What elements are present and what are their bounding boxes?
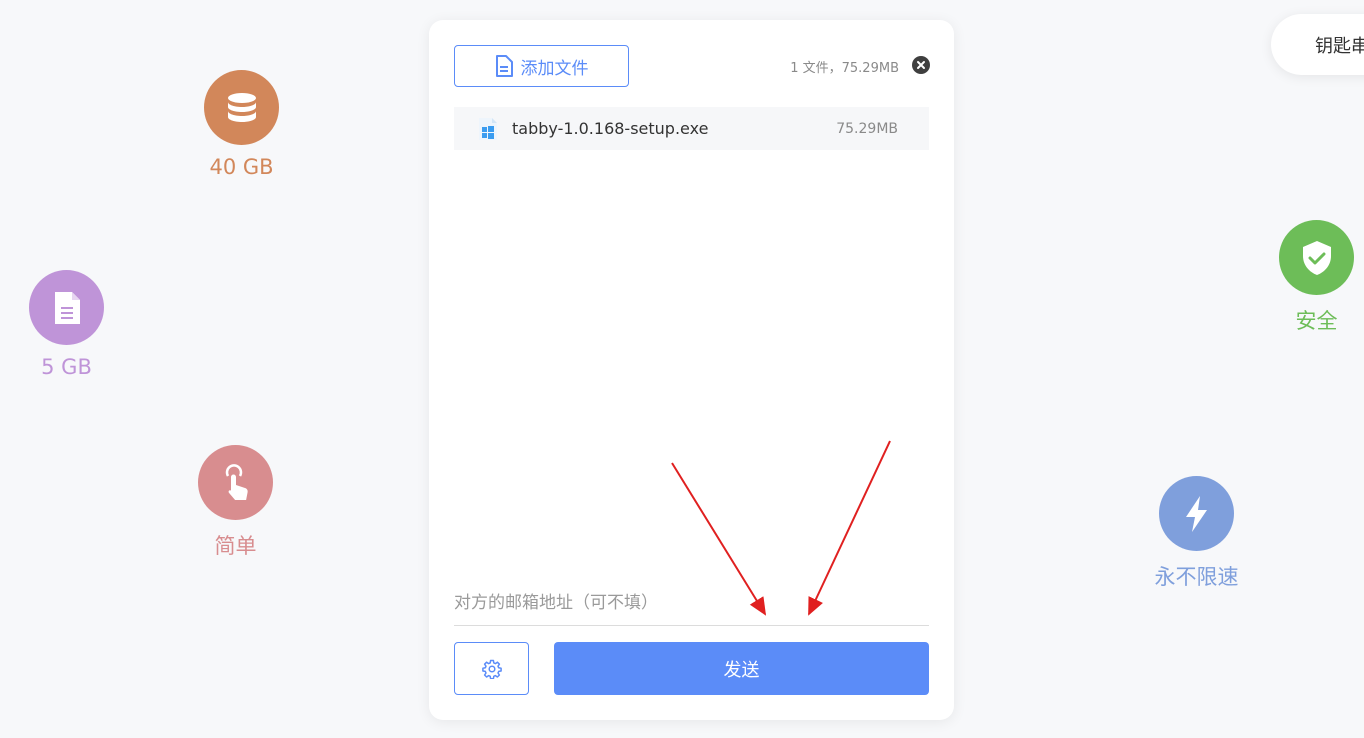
file-name: tabby-1.0.168-setup.exe	[512, 119, 709, 138]
windows-file-icon	[479, 117, 497, 140]
gear-icon	[481, 659, 502, 679]
feature-speed: 永不限速	[1155, 476, 1239, 591]
lightning-icon	[1159, 476, 1234, 551]
send-button[interactable]: 发送	[554, 642, 929, 695]
feature-label: 5 GB	[41, 355, 92, 379]
send-label: 发送	[723, 659, 760, 681]
feature-secure: 安全	[1279, 220, 1354, 335]
email-field[interactable]	[454, 580, 929, 626]
feature-5gb: 5 GB	[29, 270, 104, 379]
file-summary: 1 文件，75.29MB	[790, 61, 899, 76]
add-files-label: 添加文件	[520, 58, 589, 79]
clear-all-icon[interactable]	[912, 56, 930, 74]
database-icon	[204, 70, 279, 145]
file-list-item[interactable]: tabby-1.0.168-setup.exe 75.29MB	[454, 107, 929, 150]
settings-button[interactable]	[454, 642, 529, 695]
file-size: 75.29MB	[836, 120, 898, 137]
document-icon	[495, 55, 513, 77]
add-files-button[interactable]: 添加文件	[454, 45, 629, 87]
feature-label: 永不限速	[1154, 565, 1239, 589]
keychain-button[interactable]: 钥匙串	[1271, 14, 1364, 75]
feature-40gb: 40 GB	[204, 70, 279, 179]
upload-panel: 添加文件 1 文件，75.29MB tabby-1.0.168-setup.ex…	[429, 20, 954, 720]
pointer-hand-icon	[198, 445, 273, 520]
feature-label: 简单	[214, 534, 257, 558]
feature-label: 安全	[1295, 309, 1338, 333]
keychain-label: 钥匙串	[1315, 35, 1364, 57]
shield-check-icon	[1279, 220, 1354, 295]
file-icon	[29, 270, 104, 345]
feature-simple: 简单	[198, 445, 273, 560]
feature-label: 40 GB	[209, 155, 274, 179]
